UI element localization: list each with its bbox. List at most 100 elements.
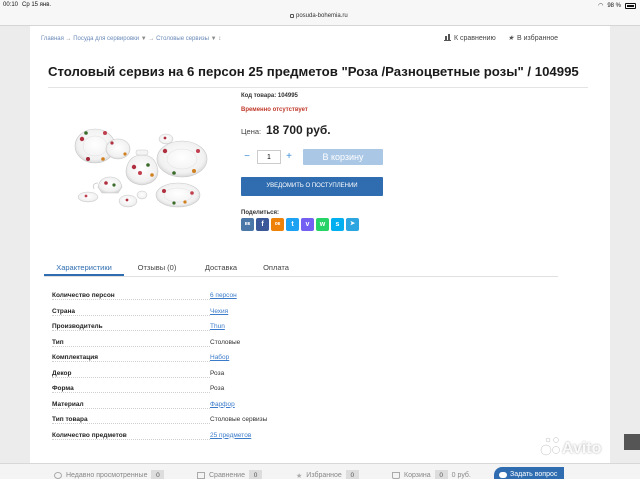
notify-when-available-button[interactable]: УВЕДОМИТЬ О ПОСТУПЛЕНИИ <box>241 177 383 196</box>
recently-viewed[interactable]: Недавно просмотренные 0 <box>54 470 165 479</box>
viber-icon[interactable]: v <box>301 218 314 231</box>
breadcrumb-dinner-sets[interactable]: Столовые сервизы <box>156 36 209 42</box>
quantity-increase-button[interactable]: + <box>284 151 294 163</box>
product-actions: К сравнению ★ В избранное <box>443 34 558 43</box>
facebook-icon[interactable]: f <box>256 218 269 231</box>
spec-value: Столовые сервизы <box>210 416 268 423</box>
spec-label: Тип <box>52 338 64 346</box>
cart-icon <box>392 472 400 479</box>
tab-characteristics[interactable]: Характеристики <box>44 259 124 276</box>
dotted-leader <box>52 330 210 331</box>
characteristics-table: Количество персон 6 персон Страна Чехия … <box>50 288 380 443</box>
spec-row: Тип Столовые <box>50 335 380 351</box>
breadcrumb: Главная → Посуда для сервировки ▼ → Стол… <box>41 36 221 42</box>
spec-label: Тип товара <box>52 416 88 423</box>
avito-text: Avito <box>562 440 602 457</box>
comparison[interactable]: Сравнение 0 <box>197 470 262 479</box>
chevron-down-icon[interactable]: ▼ <box>141 36 147 42</box>
sort-icon[interactable]: ↕ <box>218 36 221 42</box>
whatsapp-icon[interactable]: w <box>316 218 329 231</box>
spec-value: Роза <box>210 369 225 377</box>
star-icon: ★ <box>296 472 303 479</box>
wifi-icon: ◠ <box>598 3 604 9</box>
vk-icon[interactable]: вк <box>241 218 254 231</box>
lock-icon <box>290 14 294 18</box>
compare-icon <box>443 34 451 41</box>
avito-watermark: Avito <box>540 428 620 468</box>
chevron-down-icon[interactable]: ▼ <box>211 36 217 42</box>
browser-address-bar[interactable]: posuda-bohemia.ru <box>0 12 640 26</box>
breadcrumb-separator: → <box>148 36 155 42</box>
add-to-compare-link[interactable]: К сравнению <box>443 34 496 42</box>
expand-arrow-icon[interactable] <box>624 434 640 450</box>
compare-bottom-label: Сравнение <box>209 472 245 479</box>
dotted-leader <box>52 376 210 378</box>
odnoklassniki-icon[interactable]: ок <box>271 218 284 231</box>
bottom-bar: Недавно просмотренные 0 Сравнение 0 ★ Из… <box>0 463 640 479</box>
spec-value-link[interactable]: 25 предметов <box>210 432 251 439</box>
recent-label: Недавно просмотренные <box>66 472 148 479</box>
spec-row: Количество персон 6 персон <box>50 288 380 304</box>
dotted-leader <box>52 299 210 300</box>
star-icon: ★ <box>507 35 515 42</box>
spec-row: Комплектация Набор <box>50 350 380 366</box>
availability-status: Временно отсутствует <box>241 107 308 113</box>
quantity-input[interactable] <box>257 150 281 164</box>
add-to-favorites-link[interactable]: ★ В избранное <box>507 34 558 43</box>
battery-percent: 98 % <box>607 2 621 9</box>
product-code-value: 104995 <box>277 93 298 99</box>
dotted-leader <box>52 361 210 362</box>
favorites-bottom-label: Избранное <box>306 472 342 479</box>
product-title: Столовый сервиз на 6 персон 25 предметов… <box>48 64 579 79</box>
spec-value-link[interactable]: Набор <box>210 354 229 361</box>
product-tabs: Характеристики Отзывы (0) Доставка Оплат… <box>44 259 558 277</box>
breadcrumb-tableware[interactable]: Посуда для сервировки <box>73 36 139 42</box>
compare-label: К сравнению <box>453 34 496 42</box>
dotted-leader <box>52 407 210 409</box>
product-code-label: Код товара: <box>241 93 277 99</box>
compare-count: 0 <box>249 470 262 479</box>
price-value: 18 700 руб. <box>266 123 331 137</box>
recent-count: 0 <box>151 470 165 479</box>
skype-icon[interactable]: s <box>331 218 344 231</box>
favorites-count: 0 <box>345 470 359 479</box>
spec-row: Форма Роза <box>50 381 380 397</box>
spec-row: Страна Чехия <box>50 304 380 320</box>
status-time: 00:10 <box>3 2 19 8</box>
product-image[interactable] <box>70 121 210 221</box>
spec-value-link[interactable]: Чехия <box>210 308 228 315</box>
product-code: Код товара: 104995 <box>241 93 298 99</box>
tab-reviews[interactable]: Отзывы (0) <box>124 259 190 276</box>
status-date: Ср 15 янв. <box>22 2 52 8</box>
tab-delivery[interactable]: Доставка <box>190 259 252 276</box>
add-to-cart-button[interactable]: В корзину <box>303 149 383 165</box>
avito-logo-icon <box>540 437 560 456</box>
cart-label: Корзина <box>404 472 431 479</box>
divider <box>48 87 588 88</box>
cart[interactable]: Корзина 0 0 руб. <box>392 470 471 479</box>
spec-row: Производитель Thun <box>50 319 380 335</box>
url-field[interactable]: posuda-bohemia.ru <box>290 13 348 19</box>
tab-payment[interactable]: Оплата <box>252 259 300 276</box>
favorites[interactable]: ★ Избранное 0 <box>296 470 359 479</box>
favorites-label: В избранное <box>517 34 558 42</box>
ask-question-button[interactable]: Задать вопрос <box>494 467 564 479</box>
telegram-icon[interactable]: ➤ <box>346 218 359 231</box>
spec-label: Количество предметов <box>52 431 127 439</box>
spec-value-link[interactable]: 6 персон <box>210 292 237 299</box>
spec-value-link[interactable]: Фарфор <box>210 401 235 408</box>
url-text: posuda-bohemia.ru <box>296 13 348 19</box>
clock-icon <box>54 472 62 479</box>
twitter-icon[interactable]: t <box>286 218 299 231</box>
status-right: ◠ 98 % <box>598 2 636 9</box>
price-label: Цена: <box>241 127 262 136</box>
spec-label: Материал <box>52 400 84 408</box>
quantity-decrease-button[interactable]: − <box>242 151 252 163</box>
dotted-leader <box>52 423 210 424</box>
spec-label: Комплектация <box>52 354 99 361</box>
cart-total: 0 руб. <box>451 472 471 479</box>
spec-label: Декор <box>52 369 72 377</box>
spec-value-link[interactable]: Thun <box>210 323 225 330</box>
breadcrumb-home[interactable]: Главная <box>41 36 64 42</box>
dotted-leader <box>52 345 210 347</box>
